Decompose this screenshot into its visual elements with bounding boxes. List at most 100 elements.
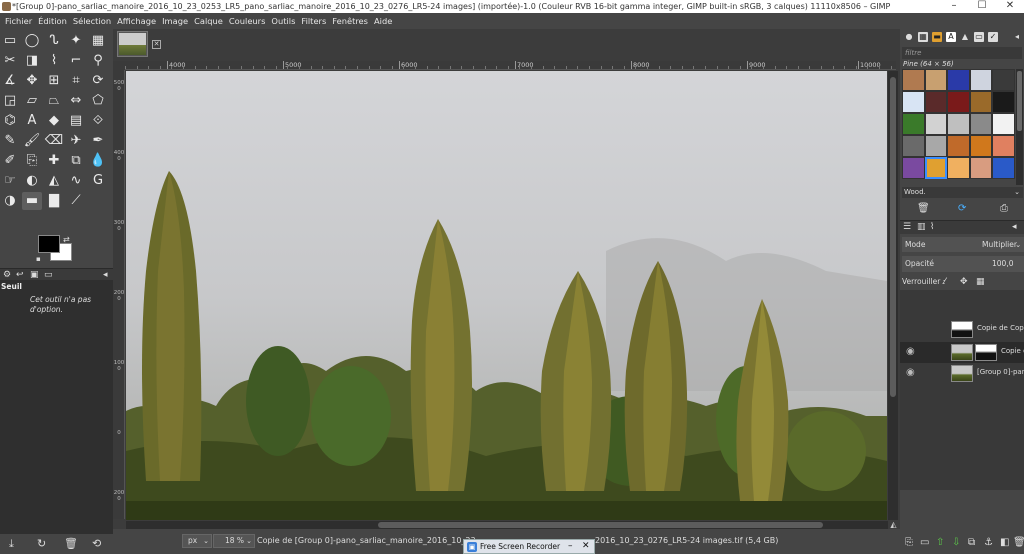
pattern-swatch[interactable] [924, 113, 948, 135]
duplicate-layer-icon[interactable]: ⧉ [968, 537, 975, 548]
align-icon[interactable]: ⊞ [44, 72, 64, 90]
pattern-swatch[interactable] [924, 69, 948, 91]
brushes-tab-icon[interactable]: ● [904, 32, 914, 42]
blur-icon[interactable]: 💧 [88, 152, 108, 170]
flip-icon[interactable]: ⇔ [66, 92, 86, 110]
select-by-color-icon[interactable]: ▦ [88, 32, 108, 50]
anchor-layer-icon[interactable]: ⚓ [984, 537, 993, 548]
menu-8[interactable]: Outils [268, 13, 298, 29]
histogram-icon[interactable]: ▇ [44, 192, 64, 210]
refresh-patterns-icon[interactable]: ⟳ [958, 203, 966, 214]
lower-layer-icon[interactable]: ⇩ [952, 537, 960, 548]
vertical-scrollbar-thumb[interactable] [890, 77, 896, 397]
open-pattern-as-image-icon[interactable]: ⎙ [1000, 203, 1008, 214]
pattern-swatch[interactable] [924, 91, 948, 113]
paths-icon[interactable]: ⌇ [44, 52, 64, 70]
contrast-icon[interactable]: ◑ [0, 192, 20, 210]
image-canvas[interactable] [126, 71, 887, 520]
layers-tab-icon[interactable]: ☰ [903, 222, 911, 232]
recorder-minimize-button[interactable]: – [568, 540, 573, 553]
restore-options-icon[interactable]: ↻ [37, 537, 46, 550]
shear-icon[interactable]: ▱ [22, 92, 42, 110]
channels-tab-icon[interactable]: ▥ [917, 222, 926, 232]
pattern-swatch[interactable] [947, 135, 970, 157]
threshold-icon[interactable]: ▬ [22, 192, 42, 210]
menu-4[interactable]: Affichage [114, 13, 159, 29]
maximize-button[interactable]: ☐ [968, 0, 996, 13]
fonts-tab-icon[interactable]: A [946, 32, 956, 42]
pattern-swatch[interactable] [969, 113, 993, 135]
curve-graph-icon[interactable]: ⟋ [66, 192, 86, 210]
curves-icon[interactable]: ∿ [66, 172, 86, 190]
pattern-swatch[interactable] [992, 113, 1015, 135]
pattern-swatch[interactable] [992, 69, 1015, 91]
pattern-swatch[interactable] [992, 91, 1015, 113]
pattern-swatch[interactable] [969, 69, 993, 91]
swap-colors-icon[interactable]: ⇄ [63, 235, 70, 244]
pattern-tag-input[interactable]: Wood. ⌄ [902, 187, 1023, 198]
pattern-swatch[interactable] [902, 69, 925, 91]
gradients-tab-icon[interactable]: ▬ [932, 32, 942, 42]
unit-select[interactable]: px ⌄ [182, 534, 212, 548]
levels-icon[interactable]: ◭ [44, 172, 64, 190]
templates-tab-icon[interactable]: ✓ [988, 32, 998, 42]
zoom-icon[interactable]: ⚲ [88, 52, 108, 70]
ink-icon[interactable]: ✒ [88, 132, 108, 150]
menu-2[interactable]: Édition [35, 13, 70, 29]
reset-colors-icon[interactable]: ▪ [36, 255, 41, 263]
pattern-swatch[interactable] [902, 113, 925, 135]
move-icon[interactable]: ✥ [22, 72, 42, 90]
crop-icon[interactable]: ⌗ [66, 72, 86, 90]
layer-row[interactable]: ◉ [Group 0]-pano [900, 363, 1024, 384]
perspective-icon[interactable]: ⏢ [44, 92, 64, 110]
layer-row[interactable]: Copie de Copie [900, 319, 1024, 340]
pattern-scrollbar[interactable] [1016, 69, 1023, 185]
cage-icon[interactable]: ⬠ [88, 92, 108, 110]
smudge-icon[interactable]: ☞ [0, 172, 20, 190]
reset-options-icon[interactable]: ⟲ [92, 537, 101, 550]
minimize-button[interactable]: – [940, 0, 968, 13]
menu-5[interactable]: Image [159, 13, 191, 29]
pattern-swatch[interactable] [947, 69, 970, 91]
layer-mask-icon[interactable]: ◧ [1000, 537, 1009, 548]
warp-icon[interactable]: ⌬ [0, 112, 20, 130]
tab-menu-icon[interactable]: ◂ [1012, 222, 1017, 232]
zoom-select[interactable]: 18 % ⌄ [213, 534, 255, 548]
pencil-icon[interactable]: ✎ [0, 132, 20, 150]
pattern-swatch[interactable] [947, 91, 970, 113]
ruler-corner[interactable] [113, 61, 125, 70]
delete-layer-icon[interactable]: 🗑 [1013, 537, 1024, 548]
eye-icon[interactable]: ◉ [906, 346, 915, 357]
close-button[interactable]: ✕ [996, 0, 1024, 13]
new-layer-icon[interactable]: ⎘ [905, 537, 913, 548]
pattern-scrollbar-thumb[interactable] [1017, 71, 1022, 131]
patterns-tab-icon[interactable]: ▦ [918, 32, 928, 42]
horizontal-scrollbar[interactable] [126, 521, 888, 529]
mypaint-brush-icon[interactable]: ✐ [0, 152, 20, 170]
blend-icon[interactable]: ▤ [66, 112, 86, 130]
horizontal-scrollbar-thumb[interactable] [378, 522, 823, 528]
layer-opacity-slider[interactable]: Opacité 100,0 [902, 256, 1024, 272]
pattern-swatch[interactable] [902, 135, 925, 157]
pattern-swatch[interactable] [947, 157, 970, 179]
menu-10[interactable]: Fenêtres [329, 13, 371, 29]
rect-select-icon[interactable]: ▭ [0, 32, 20, 50]
menu-7[interactable]: Couleurs [226, 13, 269, 29]
lock-pixels-icon[interactable]: ⁄ [944, 275, 946, 289]
scissors-icon[interactable]: ✂ [0, 52, 20, 70]
foreground-color-swatch[interactable] [38, 235, 60, 253]
lock-position-icon[interactable]: ✥ [960, 275, 968, 289]
save-options-icon[interactable]: ⤓ [9, 537, 14, 551]
layer-row[interactable]: ◉ Copie d [900, 342, 1024, 363]
eraser-icon[interactable]: ⌫ [44, 132, 64, 150]
horizontal-ruler[interactable]: 4000 5000 6000 7000 8000 9000 10000 [125, 61, 896, 70]
ellipse-select-icon[interactable]: ◯ [22, 32, 42, 50]
measure-icon[interactable]: ∡ [0, 72, 20, 90]
vertical-scrollbar[interactable] [888, 71, 898, 520]
text-icon[interactable]: A [22, 112, 42, 130]
delete-pattern-icon[interactable]: 🗑 [917, 203, 930, 214]
foreground-select-icon[interactable]: ◨ [22, 52, 42, 70]
menu-9[interactable]: Filters [298, 13, 329, 29]
recorder-close-button[interactable]: ✕ [582, 540, 590, 553]
heal-icon[interactable]: ✚ [44, 152, 64, 170]
